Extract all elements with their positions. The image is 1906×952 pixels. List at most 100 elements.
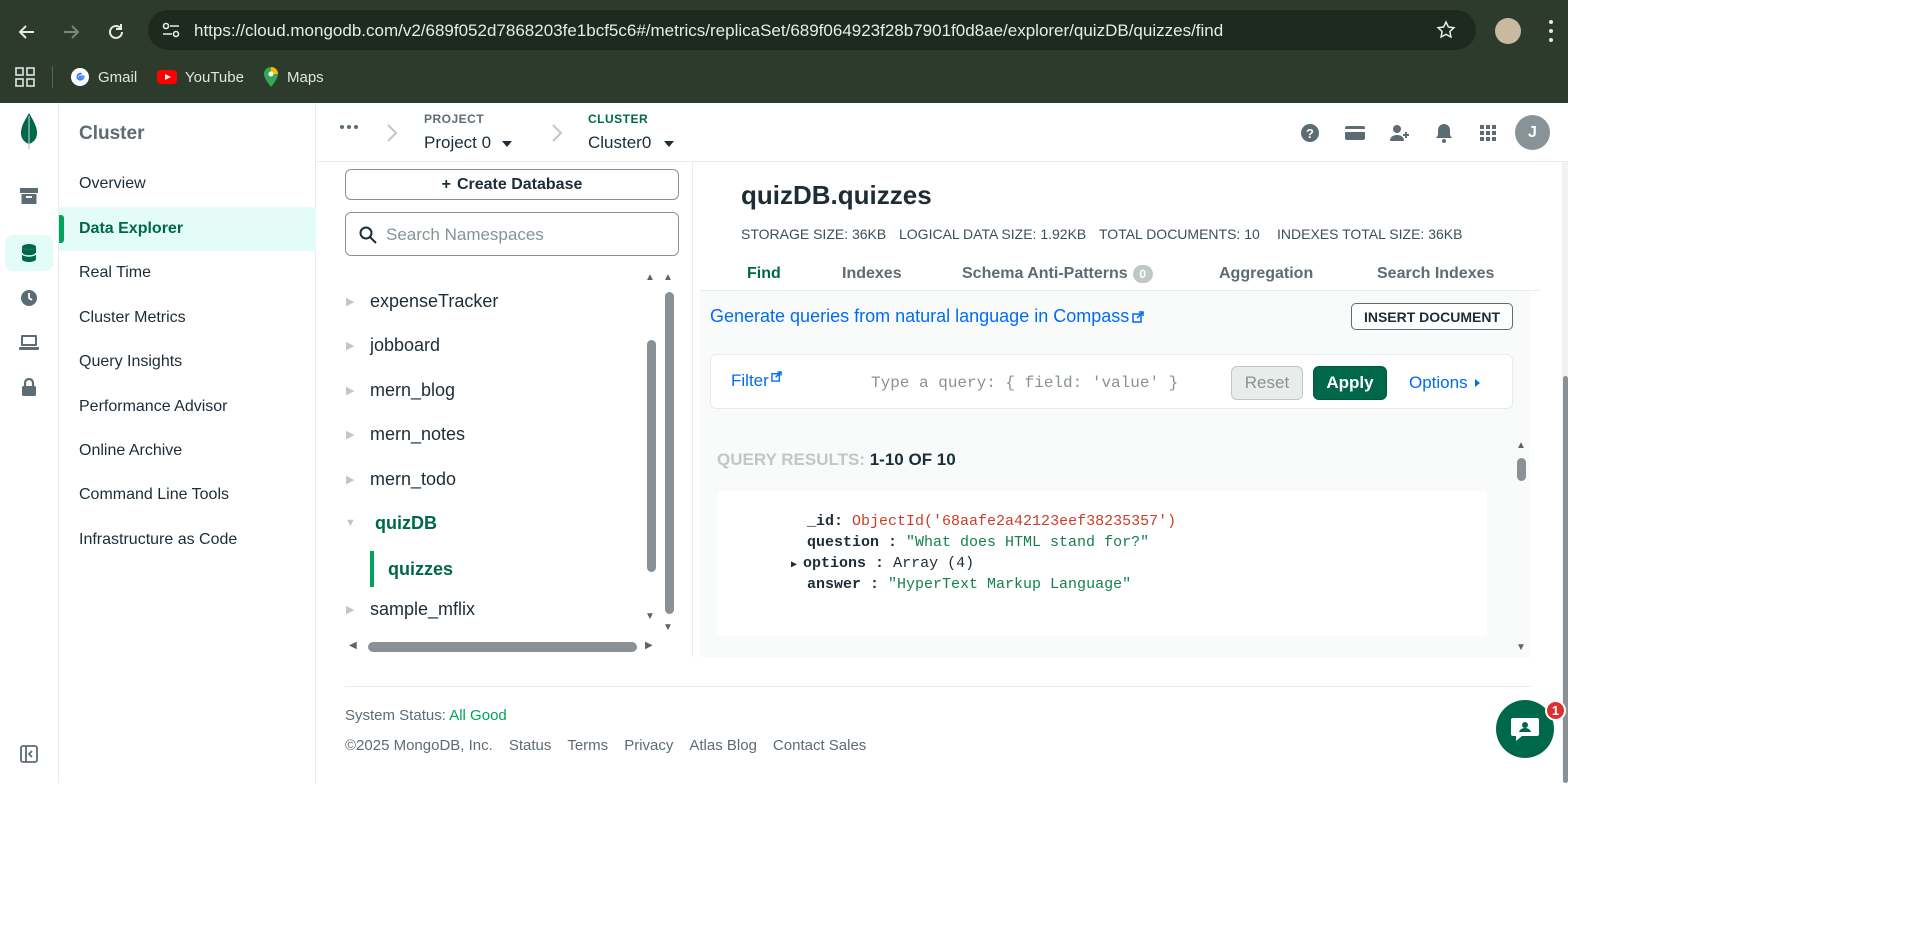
reset-button[interactable]: Reset (1231, 366, 1303, 400)
expand-caret-icon[interactable]: ▶ (345, 384, 370, 397)
forward-button[interactable] (56, 17, 86, 47)
database-row-mern-todo[interactable]: ▶ mern_todo (345, 460, 645, 498)
scroll-right-arrow-icon[interactable]: ▶ (645, 640, 653, 651)
collection-row-quizzes[interactable]: quizzes (370, 551, 644, 587)
mongodb-leaf-logo[interactable] (18, 112, 40, 150)
tab-schema-anti-patterns[interactable]: Schema Anti-Patterns 0 (962, 265, 1153, 283)
apps-menu-button[interactable] (1476, 121, 1500, 145)
icon-rail (0, 103, 59, 783)
compass-query-link[interactable]: Generate queries from natural language i… (710, 306, 1144, 327)
footer-link-atlas-blog[interactable]: Atlas Blog (689, 737, 757, 754)
panel-scrollbar-thumb[interactable] (665, 292, 674, 614)
expand-caret-icon[interactable]: ▶ (345, 473, 370, 486)
collapse-caret-icon[interactable]: ▼ (345, 517, 375, 529)
rail-archive-button[interactable] (14, 181, 44, 211)
sidenav-item-command-line-tools[interactable]: Command Line Tools (59, 473, 316, 517)
tab-search-indexes[interactable]: Search Indexes (1377, 265, 1494, 283)
database-row-jobboard[interactable]: ▶ jobboard (345, 326, 645, 364)
expand-caret-icon[interactable]: ▶ (345, 428, 370, 441)
scroll-down-arrow-icon[interactable]: ▼ (1516, 642, 1526, 653)
database-row-quizdb[interactable]: ▼ quizDB (345, 504, 645, 542)
create-database-button[interactable]: + Create Database (345, 169, 679, 200)
archive-icon (20, 188, 38, 204)
document-card[interactable]: _id: ObjectId('68aafe2a42123eef38235357'… (717, 491, 1487, 636)
rail-database-button[interactable] (14, 238, 44, 268)
document-field-options[interactable]: ▶ options : Array (4) (791, 555, 974, 572)
sidenav-item-query-insights[interactable]: Query Insights (59, 340, 316, 384)
bookmark-maps[interactable]: Maps (263, 66, 324, 88)
rail-activity-button[interactable] (14, 283, 44, 313)
apps-grid-icon[interactable] (14, 66, 36, 88)
bookmark-star-icon[interactable] (1436, 20, 1456, 40)
scroll-down-arrow-icon[interactable]: ▼ (645, 611, 655, 622)
scroll-up-arrow-icon[interactable]: ▲ (1516, 440, 1526, 451)
expand-caret-icon[interactable]: ▶ (345, 295, 370, 308)
profile-avatar[interactable] (1495, 18, 1521, 44)
sidenav-item-label: Cluster Metrics (79, 309, 186, 326)
page-scrollbar-thumb[interactable] (1563, 376, 1568, 783)
billing-button[interactable] (1343, 121, 1367, 145)
expand-caret-icon[interactable]: ▶ (345, 603, 370, 616)
youtube-icon (157, 70, 177, 84)
sidenav-item-overview[interactable]: Overview (59, 162, 316, 206)
tab-aggregation[interactable]: Aggregation (1219, 265, 1313, 283)
namespace-search-field[interactable] (345, 212, 679, 256)
footer-link-terms[interactable]: Terms (567, 737, 608, 754)
system-status-value[interactable]: All Good (449, 707, 507, 724)
sidenav-item-performance-advisor[interactable]: Performance Advisor (59, 385, 316, 429)
footer-link-contact-sales[interactable]: Contact Sales (773, 737, 866, 754)
sidenav-item-cluster-metrics[interactable]: Cluster Metrics (59, 296, 316, 340)
database-row-mern-notes[interactable]: ▶ mern_notes (345, 415, 645, 453)
footer-link-status[interactable]: Status (509, 737, 552, 754)
expand-triangle-icon[interactable]: ▶ (791, 560, 803, 571)
sidenav-item-infrastructure-as-code[interactable]: Infrastructure as Code (59, 518, 316, 562)
tab-find[interactable]: Find (747, 265, 781, 283)
user-avatar[interactable]: J (1515, 115, 1550, 150)
cluster-selector[interactable]: CLUSTER Cluster0 (588, 111, 688, 155)
site-settings-icon[interactable] (162, 22, 180, 38)
database-row-expensetracker[interactable]: ▶ expenseTracker (345, 282, 645, 320)
filter-query-input[interactable] (871, 371, 1221, 395)
notifications-button[interactable] (1432, 121, 1456, 145)
browser-menu-icon[interactable] (1546, 18, 1556, 44)
tab-indexes[interactable]: Indexes (842, 265, 902, 283)
scroll-left-arrow-icon[interactable]: ◀ (349, 640, 357, 651)
database-row-mern-blog[interactable]: ▶ mern_blog (345, 371, 645, 409)
bell-icon (1436, 124, 1452, 143)
scroll-up-arrow-icon[interactable]: ▲ (663, 272, 673, 283)
caret-down-icon (502, 141, 512, 147)
invite-user-button[interactable] (1388, 121, 1412, 145)
scroll-up-arrow-icon[interactable]: ▲ (645, 272, 655, 283)
filter-label-link[interactable]: Filter (731, 371, 782, 391)
results-scrollbar-thumb[interactable] (1517, 458, 1526, 481)
grid-icon (1480, 125, 1496, 141)
create-database-label: Create Database (456, 175, 583, 193)
footer-link-privacy[interactable]: Privacy (624, 737, 673, 754)
insert-document-button[interactable]: INSERT DOCUMENT (1351, 303, 1513, 330)
sidenav-item-data-explorer[interactable]: Data Explorer (59, 207, 316, 251)
options-button[interactable]: Options (1409, 373, 1481, 393)
rail-security-button[interactable] (14, 372, 44, 402)
apply-button[interactable]: Apply (1313, 366, 1387, 400)
more-options-icon[interactable] (340, 125, 358, 129)
project-selector[interactable]: PROJECT Project 0 (424, 111, 534, 155)
back-button[interactable] (12, 17, 42, 47)
namespace-scrollbar-thumb[interactable] (647, 340, 656, 572)
address-bar[interactable]: https://cloud.mongodb.com/v2/689f052d786… (148, 10, 1476, 50)
tab-label: Search Indexes (1377, 265, 1495, 282)
sidenav-item-real-time[interactable]: Real Time (59, 251, 316, 295)
scroll-down-arrow-icon[interactable]: ▼ (663, 622, 673, 633)
rail-terminal-button[interactable] (14, 328, 44, 358)
help-button[interactable]: ? (1298, 121, 1322, 145)
sidenav-item-online-archive[interactable]: Online Archive (59, 429, 316, 473)
namespace-search-input[interactable] (386, 223, 666, 247)
bookmark-youtube[interactable]: YouTube (157, 66, 244, 88)
expand-caret-icon[interactable]: ▶ (345, 339, 370, 352)
collapse-sidebar-button[interactable] (14, 739, 44, 769)
horizontal-scrollbar-thumb[interactable] (368, 642, 637, 652)
database-name: mern_blog (370, 379, 456, 400)
bookmark-gmail[interactable]: Gmail (70, 66, 137, 88)
database-row-sample-mflix[interactable]: ▶ sample_mflix (345, 590, 645, 628)
browser-chrome: https://cloud.mongodb.com/v2/689f052d786… (0, 0, 1568, 103)
reload-button[interactable] (101, 17, 131, 47)
